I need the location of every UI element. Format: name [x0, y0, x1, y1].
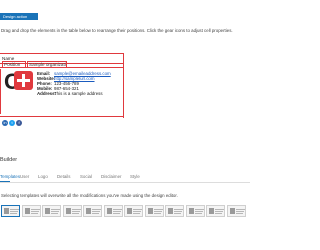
template-thumbnail[interactable]: [62, 205, 82, 217]
tab-logo[interactable]: Logo: [38, 174, 48, 179]
address-row: Address:This is a sample address: [37, 91, 103, 97]
linkedin-icon[interactable]: in: [2, 120, 8, 126]
organization-cell[interactable]: Sample organization: [27, 61, 67, 68]
plus-icon: [14, 71, 33, 90]
tab-social[interactable]: Social: [80, 174, 92, 179]
template-thumbnail[interactable]: [185, 205, 205, 217]
tabs-divider: [0, 182, 250, 183]
template-thumbnail[interactable]: [42, 205, 61, 217]
template-thumbnail[interactable]: [21, 205, 41, 217]
template-thumbnail[interactable]: [124, 205, 143, 217]
template-thumbnail[interactable]: [226, 205, 246, 217]
template-warning-text: Selecting templates will overwrite all t…: [1, 193, 178, 198]
template-thumbnail[interactable]: [83, 205, 102, 217]
table-divider: [123, 54, 124, 118]
tab-style[interactable]: Style: [130, 174, 140, 179]
template-thumbnail[interactable]: [1, 205, 20, 217]
tab-disclaimer[interactable]: Disclaimer: [101, 174, 122, 179]
instructions-text: Drag and drop the elements in the table …: [1, 28, 233, 33]
tab-templates[interactable]: Templates: [0, 174, 20, 179]
template-thumbnail[interactable]: [165, 205, 184, 217]
contact-details[interactable]: Email: sample@emaileaddress.com Website:h…: [37, 71, 111, 96]
design-action-button[interactable]: Design action: [0, 13, 38, 20]
position-cell[interactable]: Position: [2, 61, 26, 68]
template-thumbnail[interactable]: [206, 205, 225, 217]
tab-details[interactable]: Details: [57, 174, 70, 179]
facebook-icon[interactable]: f: [16, 120, 22, 126]
template-thumbnail[interactable]: [103, 205, 123, 217]
tab-user[interactable]: User: [20, 174, 29, 179]
builder-title: Builder: [0, 157, 18, 163]
social-icons-cell[interactable]: in t f: [2, 120, 23, 138]
table-divider: [0, 116, 124, 117]
table-divider: [0, 69, 1, 114]
twitter-icon[interactable]: t: [9, 120, 15, 126]
template-thumbnail[interactable]: [144, 205, 164, 217]
